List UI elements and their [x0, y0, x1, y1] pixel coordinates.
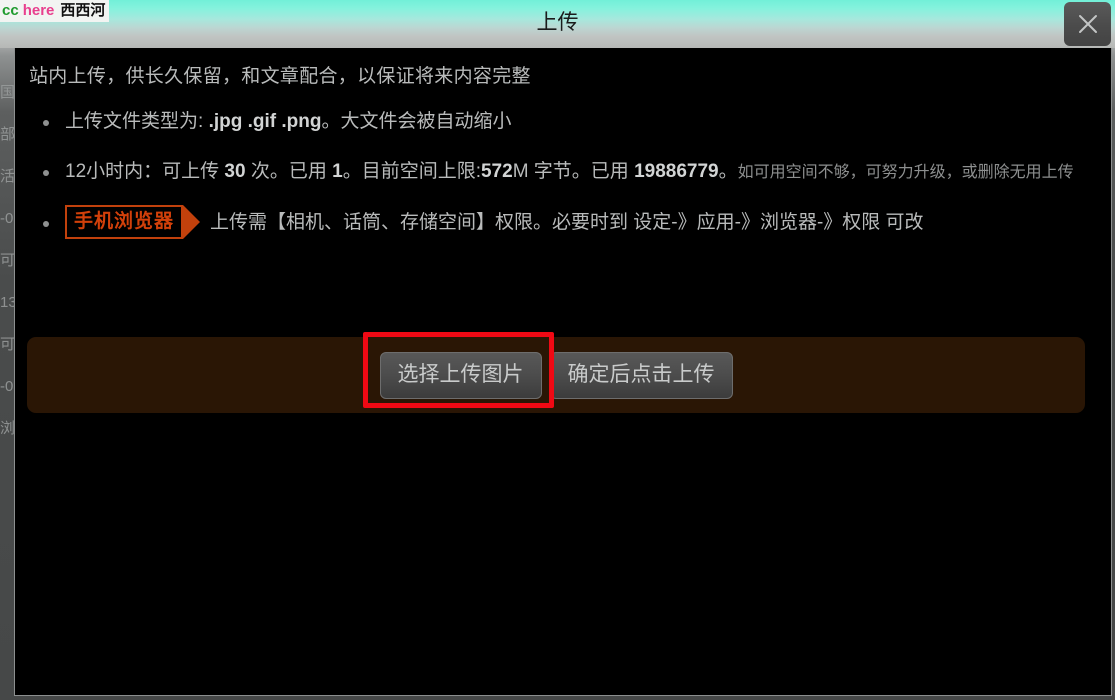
- note-text-segment: 上传需【相机、话筒、存储空间】权限。必要时到 设定-》应用-》浏览器-》权限 可…: [210, 212, 924, 233]
- dialog-lead-text: 站内上传，供长久保留，和文章配合，以保证将来内容完整: [29, 66, 531, 87]
- note-item: 12小时内：可上传 30 次。已用 1。目前空间上限:572M 字节。已用 19…: [25, 152, 1095, 193]
- upload-dialog: 站内上传，供长久保留，和文章配合，以保证将来内容完整 上传文件类型为: .jpg…: [14, 36, 1112, 696]
- note-text-segment: 。大文件会被自动缩小: [321, 111, 512, 132]
- screen: - 国部活 -0 可 13 可 -0 浏 cc here 西西河 站内上传，供长久保留，和文章…: [0, 0, 1115, 700]
- logo-text-here: here: [22, 2, 55, 19]
- logo-text-cc: cc: [2, 2, 19, 19]
- badge-label: 手机浏览器: [65, 204, 184, 239]
- badge-arrow-icon: [183, 204, 201, 239]
- note-text-segment: 572: [480, 161, 513, 182]
- note-text-segment: M 字节。已用: [512, 161, 635, 182]
- dialog-titlebar: 上传: [0, 0, 1115, 48]
- note-text-segment: 。: [718, 161, 738, 182]
- notes-list: 上传文件类型为: .jpg .gif .png。大文件会被自动缩小 12小时内：可…: [25, 102, 1095, 243]
- confirm-upload-button[interactable]: 确定后点击上传: [549, 351, 733, 399]
- note-text-segment: .jpg .gif .png: [208, 111, 322, 132]
- logo-text-cn: 西西河: [60, 2, 106, 19]
- note-item: 手机浏览器 上传需【相机、话筒、存储空间】权限。必要时到 设定-》应用-》浏览器-…: [25, 203, 1095, 243]
- note-text-segment: 30: [224, 161, 246, 182]
- note-text-segment: 如可用空间不够，可努力升级，或删除无用上传: [737, 164, 1074, 181]
- note-text-segment: 1: [332, 161, 343, 182]
- close-icon: [1076, 12, 1100, 36]
- note-text-segment: 次。已用: [245, 161, 333, 182]
- dialog-content: 站内上传，供长久保留，和文章配合，以保证将来内容完整 上传文件类型为: .jpg…: [15, 37, 1111, 243]
- note-text-segment: 。目前空间上限:: [342, 161, 481, 182]
- note-item: 上传文件类型为: .jpg .gif .png。大文件会被自动缩小: [25, 102, 1095, 142]
- note-text-segment: 12小时内：可上传: [65, 161, 225, 182]
- note-text-segment: 上传文件类型为:: [65, 111, 209, 132]
- site-logo[interactable]: cc here 西西河: [0, 0, 110, 22]
- note-text-segment: 19886779: [634, 161, 719, 182]
- choose-image-button[interactable]: 选择上传图片: [379, 351, 542, 399]
- action-panel: 选择上传图片 确定后点击上传: [27, 337, 1085, 413]
- close-button[interactable]: [1064, 2, 1111, 46]
- mobile-browser-badge: 手机浏览器: [65, 204, 201, 239]
- dialog-title: 上传: [536, 11, 579, 34]
